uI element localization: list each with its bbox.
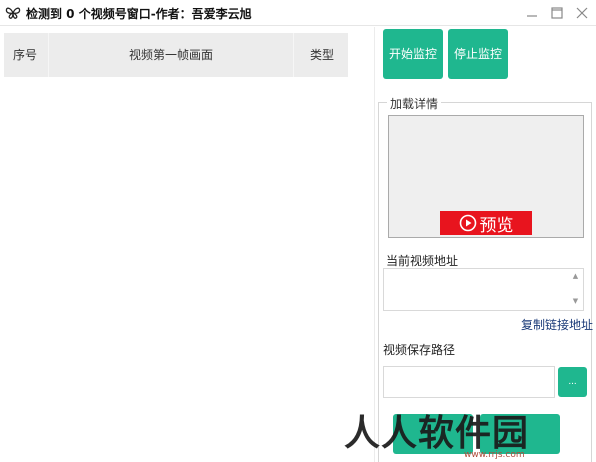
window-title: 检测到 0 个视频号窗口-作者：吾爱李云旭 [26,7,252,21]
table-header: 序号 视频第一帧画面 类型 [4,33,348,77]
play-icon [459,214,476,232]
column-header-first-frame[interactable]: 视频第一帧画面 [48,33,294,77]
current-url-label: 当前视频地址 [386,254,459,268]
maximize-icon[interactable] [548,4,566,22]
close-icon[interactable] [573,4,591,22]
copy-link-button[interactable]: 复制链接地址 [521,316,593,333]
column-header-type[interactable]: 类型 [296,33,348,77]
column-header-index[interactable]: 序号 [4,33,46,77]
scroll-up-icon[interactable]: ▲ [571,272,580,280]
watermark: 人人软件园 www.rrjs.com [344,404,594,462]
current-url-textarea[interactable] [383,268,584,311]
minimize-icon[interactable] [523,4,541,22]
save-path-input[interactable] [383,366,555,398]
stop-monitor-button[interactable]: 停止监控 [448,29,508,79]
watermark-url: www.rrjs.com [464,450,525,460]
title-bar: 检测到 0 个视频号窗口-作者：吾爱李云旭 [0,0,596,26]
browse-button[interactable]: ... [558,367,587,397]
butterfly-logo-icon [5,7,21,19]
preview-button[interactable]: 预览 [440,211,532,236]
load-details-title: 加载详情 [387,95,442,112]
preview-button-label: 预览 [479,215,514,236]
video-table[interactable]: 序号 视频第一帧画面 类型 [0,27,375,462]
start-monitor-button[interactable]: 开始监控 [383,29,443,79]
scroll-down-icon[interactable]: ▼ [571,297,580,305]
watermark-text: 人人软件园 [344,413,530,454]
save-path-label: 视频保存路径 [383,343,456,357]
